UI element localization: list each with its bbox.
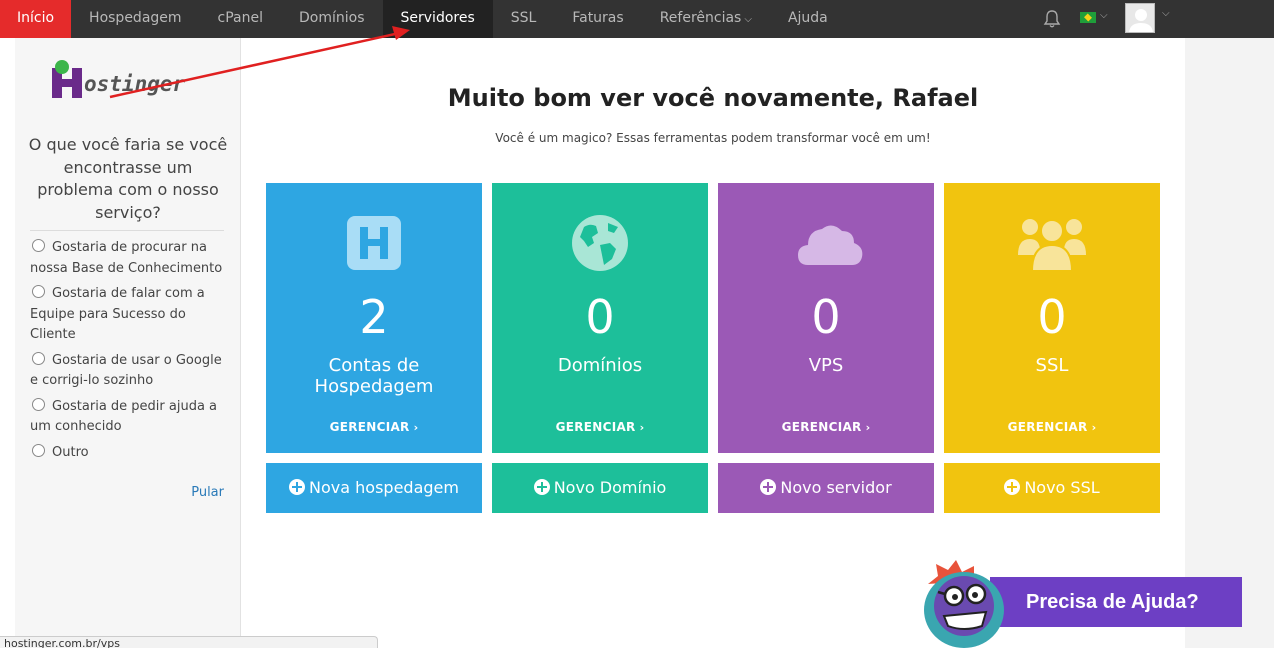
nav-dominios[interactable]: Domínios (281, 0, 383, 38)
manage-label: GERENCIAR (781, 420, 862, 434)
ssl-card: 0 SSL GERENCIAR › (944, 183, 1160, 453)
plus-circle-icon (533, 479, 550, 495)
new-hosting-label: Nova hospedagem (309, 478, 459, 497)
hosting-icon (347, 216, 401, 270)
svg-text:ostinger: ostinger (84, 72, 186, 96)
manage-label: GERENCIAR (329, 420, 410, 434)
feedback-sidebar: ostinger O que você faria se você encont… (15, 38, 241, 648)
survey-option-label: Gostaria de falar com a Equipe para Suce… (30, 286, 205, 342)
survey-option-label: Gostaria de usar o Google e corrigi-lo s… (30, 352, 222, 389)
browser-status-bar: hostinger.com.br/vps (0, 636, 378, 648)
survey-option-label: Gostaria de pedir ajuda a um conhecido (30, 398, 218, 435)
domains-manage-link[interactable]: GERENCIAR › (492, 420, 708, 434)
nav-hospedagem[interactable]: Hospedagem (71, 0, 200, 38)
survey-question: O que você faria se você encontrasse um … (28, 135, 228, 222)
survey-option[interactable]: Gostaria de falar com a Equipe para Suce… (30, 284, 230, 346)
new-server-label: Novo servidor (780, 478, 892, 497)
ssl-manage-link[interactable]: GERENCIAR › (944, 420, 1160, 434)
main-nav: Início Hospedagem cPanel Domínios Servid… (0, 0, 846, 38)
status-url: hostinger.com.br/vps (4, 637, 120, 648)
domains-card: 0 Domínios GERENCIAR › (492, 183, 708, 453)
chevron-down-icon[interactable]: ⌵ (1162, 8, 1170, 19)
vps-card: 0 VPS GERENCIAR › (718, 183, 934, 453)
domains-label: Domínios (492, 355, 708, 376)
page-gutter (1185, 38, 1274, 648)
skip-link[interactable]: Pular (191, 485, 224, 500)
help-label: Precisa de Ajuda? (1026, 591, 1199, 613)
manage-label: GERENCIAR (555, 420, 636, 434)
new-ssl-button[interactable]: Novo SSL (944, 463, 1160, 513)
mascot-icon[interactable] (918, 558, 1014, 648)
nav-referencias-label: Referências (659, 10, 742, 26)
globe-icon (572, 215, 628, 271)
avatar[interactable] (1125, 3, 1155, 33)
dashboard-main: Muito bom ver você novamente, Rafael Voc… (241, 38, 1185, 648)
cloud-icon (798, 225, 863, 265)
new-domain-button[interactable]: Novo Domínio (492, 463, 708, 513)
chevron-down-icon: ⌵ (744, 14, 752, 25)
survey-option[interactable]: Outro (30, 443, 230, 464)
vps-label: VPS (718, 355, 934, 376)
plus-circle-icon (760, 479, 777, 495)
hosting-label-line1: Contas de (328, 355, 420, 376)
vps-label-line1: VPS (808, 355, 844, 376)
radio-button[interactable] (32, 397, 45, 411)
chevron-right-icon: › (865, 421, 871, 434)
hosting-count: 2 (359, 290, 389, 344)
nav-cpanel[interactable]: cPanel (200, 0, 281, 38)
domains-label-line1: Domínios (557, 355, 643, 376)
vps-count: 0 (811, 290, 841, 344)
new-hosting-button[interactable]: Nova hospedagem (266, 463, 482, 513)
ssl-count: 0 (1037, 290, 1067, 344)
user-silhouette-icon (1129, 9, 1153, 32)
ssl-label-line1: SSL (1035, 355, 1069, 376)
nav-servidores[interactable]: Servidores (382, 0, 493, 38)
radio-button[interactable] (32, 443, 45, 457)
page-subtitle: Você é um magico? Essas ferramentas pode… (495, 131, 931, 145)
nav-ssl[interactable]: SSL (493, 0, 555, 38)
survey-option[interactable]: Gostaria de procurar na nossa Base de Co… (30, 238, 230, 279)
top-navbar: Início Hospedagem cPanel Domínios Servid… (0, 0, 1274, 38)
nav-inicio[interactable]: Início (0, 0, 72, 38)
nav-faturas[interactable]: Faturas (554, 0, 641, 38)
plus-circle-icon (1004, 479, 1021, 495)
survey-option-label: Gostaria de procurar na nossa Base de Co… (30, 240, 223, 276)
survey-option-label: Outro (52, 444, 89, 460)
manage-label: GERENCIAR (1007, 420, 1088, 434)
ssl-label: SSL (944, 355, 1160, 376)
survey-option[interactable]: Gostaria de usar o Google e corrigi-lo s… (30, 351, 230, 392)
nav-ajuda[interactable]: Ajuda (770, 0, 846, 38)
new-server-button[interactable]: Novo servidor (718, 463, 934, 513)
survey-options: Gostaria de procurar na nossa Base de Co… (30, 238, 230, 468)
plus-circle-icon (289, 479, 306, 495)
hosting-label: Contas de Hospedagem (266, 355, 482, 397)
hosting-manage-link[interactable]: GERENCIAR › (266, 420, 482, 434)
chevron-right-icon: › (413, 421, 419, 434)
brazil-flag-icon[interactable] (1080, 12, 1096, 23)
new-ssl-label: Novo SSL (1024, 478, 1100, 497)
chevron-right-icon: › (639, 421, 645, 434)
radio-button[interactable] (32, 351, 45, 365)
help-chat-button[interactable]: Precisa de Ajuda? (990, 577, 1242, 627)
survey-option[interactable]: Gostaria de pedir ajuda a um conhecido (30, 397, 230, 438)
page-title: Muito bom ver você novamente, Rafael (447, 84, 979, 112)
divider (30, 230, 224, 231)
chevron-down-icon[interactable]: ⌵ (1100, 10, 1108, 21)
bell-icon[interactable] (1042, 9, 1062, 29)
domains-count: 0 (585, 290, 615, 344)
hostinger-logo[interactable]: ostinger (48, 58, 218, 108)
chevron-right-icon: › (1091, 421, 1097, 434)
vps-manage-link[interactable]: GERENCIAR › (718, 420, 934, 434)
users-icon (1018, 219, 1086, 272)
hosting-card: 2 Contas de Hospedagem GERENCIAR › (266, 183, 482, 453)
hosting-label-line2: Hospedagem (314, 376, 434, 397)
nav-referencias[interactable]: Referências ⌵ (642, 0, 770, 38)
new-domain-label: Novo Domínio (553, 478, 667, 497)
radio-button[interactable] (32, 239, 45, 252)
radio-button[interactable] (32, 285, 45, 298)
